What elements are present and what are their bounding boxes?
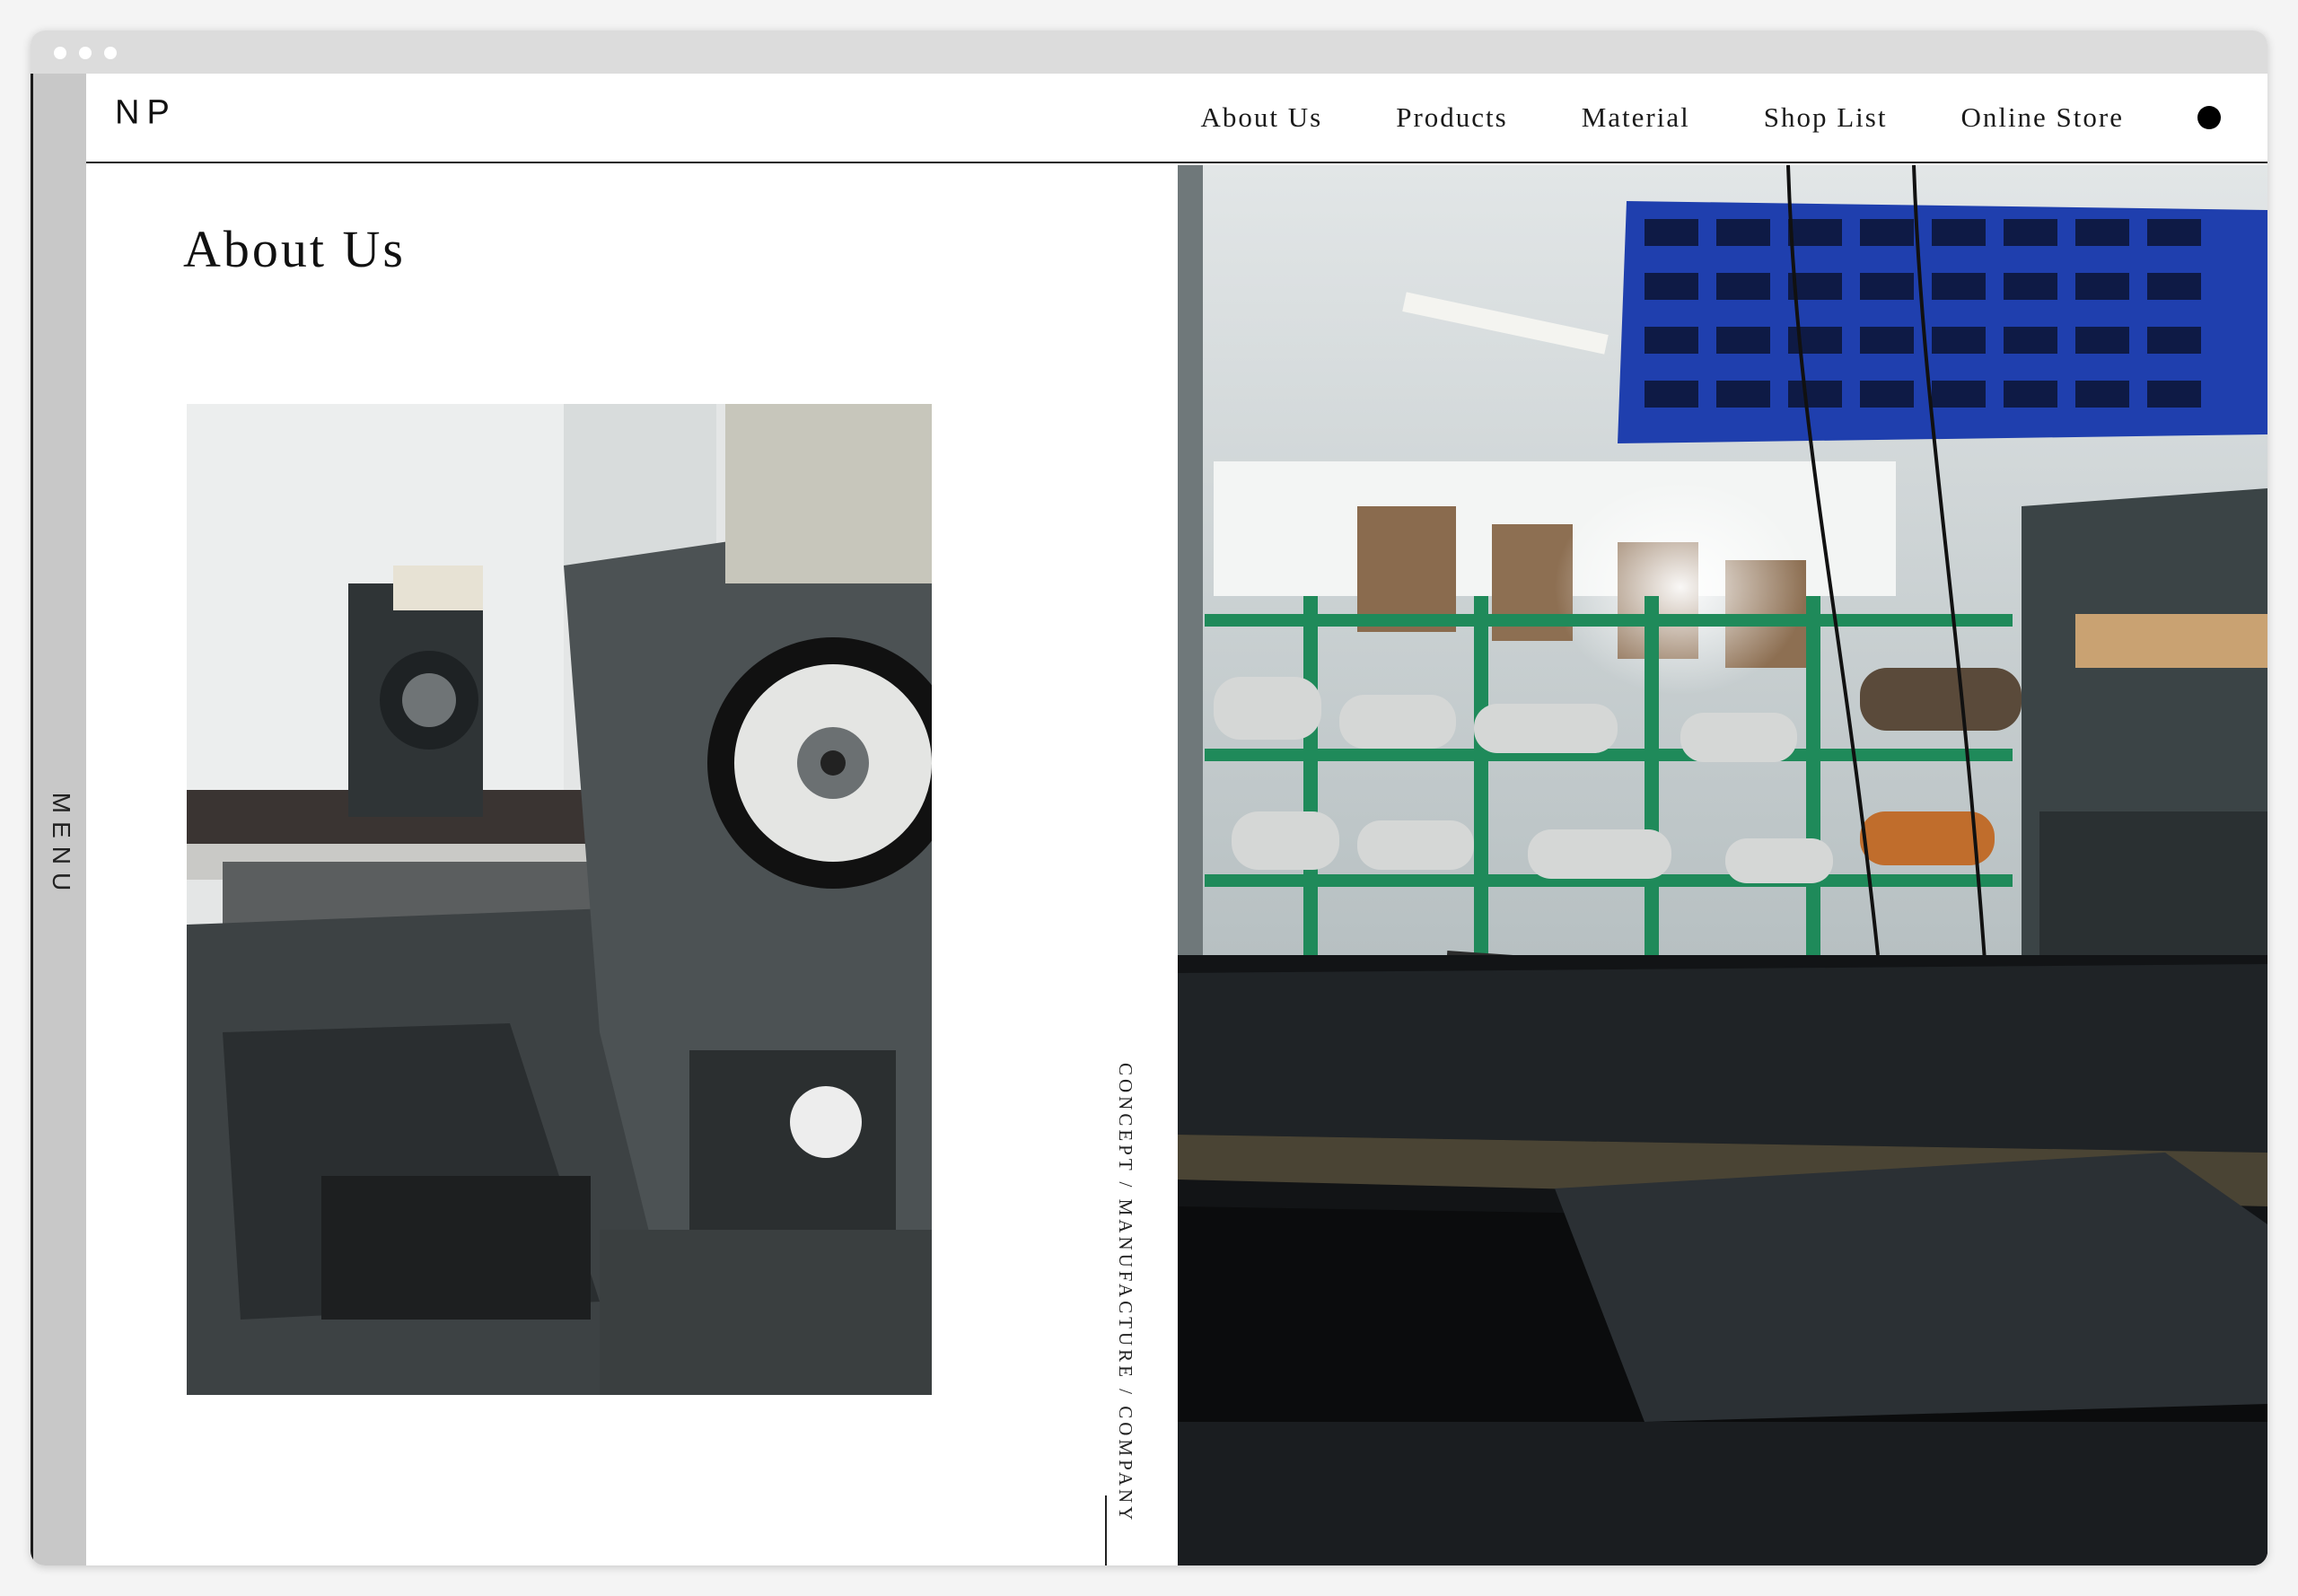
nav-online-store[interactable]: Online Store [1960,101,2124,134]
window-chrome [31,31,2267,74]
nav-about-us[interactable]: About Us [1201,101,1323,134]
site-logo[interactable]: NP [115,94,177,133]
sewing-machine-photo [187,404,932,1395]
menu-label[interactable]: MENU [47,793,75,899]
factory-photo [1178,165,2267,1565]
main-nav: About Us Products Material Shop List Onl… [1127,74,2268,162]
window-dot-icon [79,47,92,59]
circle-icon[interactable] [2197,106,2221,129]
nav-shop-list[interactable]: Shop List [1764,101,1888,134]
nav-products[interactable]: Products [1396,101,1508,134]
site-header: NP About Us Products Material Shop List … [86,74,2267,163]
nav-material[interactable]: Material [1582,101,1690,134]
section-nav-divider [1105,1495,1107,1565]
menu-sidebar[interactable]: MENU [31,74,86,1565]
section-nav-label[interactable]: CONCEPT / MANUFACTURE / COMPANY [1114,1063,1136,1523]
page-title: About Us [183,220,406,278]
window-dot-icon [54,47,66,59]
window-dot-icon [104,47,117,59]
browser-window: MENU NP About Us Products Material Shop … [31,31,2267,1565]
